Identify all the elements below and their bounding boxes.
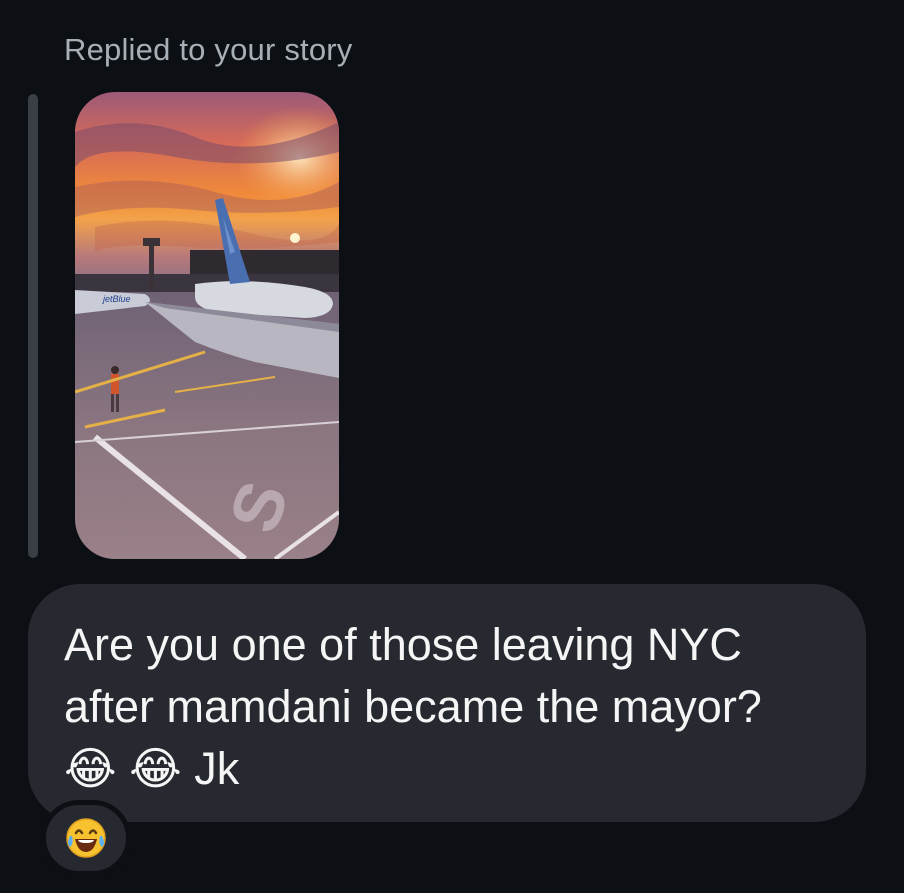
- message-bubble[interactable]: Are you one of those leaving NYC after m…: [28, 584, 866, 822]
- story-reply-header: Replied to your story: [64, 32, 353, 67]
- message-line-1: Are you one of those leaving NYC: [64, 619, 742, 670]
- message-line-3: 😂 😂 Jk: [64, 738, 844, 800]
- laughing-tears-reaction-icon: [66, 818, 106, 858]
- message-suffix: Jk: [194, 743, 240, 794]
- message-text: Are you one of those leaving NYC after m…: [64, 614, 844, 800]
- reply-quote-bar: [28, 94, 38, 558]
- laughing-tears-emoji-icon: 😂: [64, 743, 117, 794]
- jetblue-livery-text: jetBlue: [102, 294, 131, 304]
- message-reaction[interactable]: [41, 800, 131, 876]
- message-line-2: after mamdani became the mayor?: [64, 681, 762, 732]
- story-thumbnail[interactable]: jetBlue S: [75, 92, 339, 559]
- laughing-tears-emoji-icon: 😂: [129, 743, 182, 794]
- airport-sunset-photo: jetBlue S: [75, 92, 339, 559]
